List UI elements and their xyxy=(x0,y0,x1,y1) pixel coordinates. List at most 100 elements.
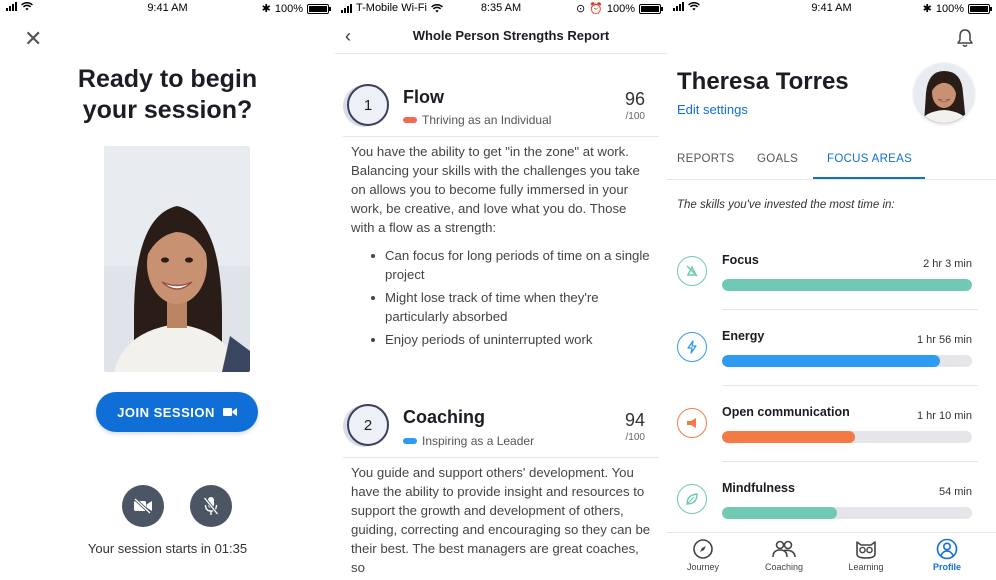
focus-area-time: 2 hr 3 min xyxy=(923,258,972,270)
bluetooth-icon: ✱ xyxy=(922,3,932,15)
video-camera-icon xyxy=(222,408,237,416)
join-session-label: JOIN SESSION xyxy=(117,404,215,420)
strength-category: Thriving as an Individual xyxy=(403,113,551,127)
divider xyxy=(343,457,659,458)
strength-rank-badge: 1 xyxy=(347,84,389,126)
profile-screen: 9:41 AM ✱ 100% Theresa Torres Edit settin… xyxy=(667,0,996,580)
owl-icon xyxy=(856,541,876,559)
tab-profile-label: Profile xyxy=(932,562,961,572)
back-chevron-icon[interactable]: ‹ xyxy=(345,26,351,47)
list-item: Might lose track of time when they're pa… xyxy=(367,288,653,326)
divider xyxy=(343,136,659,137)
session-lobby-screen: 9:41 AM ✱ 100% ✕ Ready to begin your sess… xyxy=(0,0,335,580)
people-icon xyxy=(772,540,796,558)
tab-learning-label: Learning xyxy=(848,562,884,572)
edit-settings-link[interactable]: Edit settings xyxy=(677,102,748,117)
tab-goals[interactable]: GOALS xyxy=(757,153,798,165)
self-video-preview xyxy=(104,146,250,372)
focus-area-time: 54 min xyxy=(938,486,972,498)
tab-journey[interactable]: Journey xyxy=(673,538,733,572)
category-pill xyxy=(403,117,417,123)
mic-toggle-button[interactable] xyxy=(190,485,232,527)
focus-area-row[interactable]: Focus 2 hr 3 min xyxy=(667,240,996,316)
battery-icon xyxy=(307,3,331,14)
battery-percent: 100% xyxy=(935,2,964,15)
leaf-icon xyxy=(677,484,707,514)
strength-name: Flow xyxy=(403,87,444,107)
tab-journey-label: Journey xyxy=(686,562,720,572)
title-line-2: your session? xyxy=(82,96,253,124)
focus-area-progress xyxy=(722,279,972,291)
tab-coaching-label: Coaching xyxy=(764,562,804,572)
strength-rank-badge: 2 xyxy=(347,404,389,446)
profile-icon xyxy=(936,538,958,560)
bluetooth-icon: ✱ xyxy=(261,3,271,15)
progress-fill xyxy=(722,507,837,519)
tab-profile[interactable]: Profile xyxy=(917,538,977,572)
strengths-report-screen: T-Mobile Wi-Fi 8:35 AM ⊙ ⏰ 100% ‹ Whole Pe… xyxy=(335,0,667,580)
divider xyxy=(722,309,978,310)
focus-area-row[interactable]: Open communication 1 hr 10 min xyxy=(667,392,996,468)
strength-category-label: Inspiring as a Leader xyxy=(422,434,535,448)
tab-learning[interactable]: Learning xyxy=(836,538,896,572)
strength-description: You have the ability to get "in the zone… xyxy=(351,144,640,235)
battery-percent: 100% xyxy=(274,2,303,15)
mic-off-icon xyxy=(203,497,219,515)
focus-area-progress xyxy=(722,355,972,367)
strength-score-max: /100 xyxy=(625,111,645,122)
focus-area-time: 1 hr 10 min xyxy=(916,410,972,422)
join-session-button[interactable]: JOIN SESSION xyxy=(96,392,258,432)
profile-name: Theresa Torres xyxy=(677,68,849,95)
header-divider xyxy=(335,53,667,54)
focus-area-name: Energy xyxy=(722,329,765,343)
strength-category-label: Thriving as an Individual xyxy=(422,113,552,127)
strength-score: 94 xyxy=(624,410,645,430)
bottom-tab-bar: Journey Coaching Learning Profile xyxy=(667,532,996,580)
tab-coaching[interactable]: Coaching xyxy=(754,538,814,572)
battery-icon xyxy=(968,3,992,14)
focus-areas-intro: The skills you've invested the most time… xyxy=(677,199,895,211)
lightning-icon xyxy=(677,332,707,362)
progress-fill xyxy=(722,431,855,443)
strength-description: You guide and support others' developmen… xyxy=(351,465,651,575)
close-icon[interactable]: ✕ xyxy=(24,26,42,52)
progress-fill xyxy=(722,279,972,291)
focus-area-name: Focus xyxy=(722,253,759,267)
divider xyxy=(722,461,978,462)
session-countdown: Your session starts in 01:35 xyxy=(87,541,248,556)
video-off-icon xyxy=(133,498,152,514)
status-bar: 9:41 AM ✱ 100% xyxy=(0,0,335,16)
title-line-1: Ready to begin xyxy=(77,65,258,93)
status-bar: 9:41 AM ✱ 100% xyxy=(667,0,996,16)
profile-tabs: REPORTS GOALS FOCUS AREAS xyxy=(667,150,996,180)
strength-category: Inspiring as a Leader xyxy=(403,434,534,448)
strength-name: Coaching xyxy=(403,407,486,427)
avatar[interactable] xyxy=(914,63,974,123)
strength-traits-list: Can focus for long periods of time on a … xyxy=(367,246,653,353)
list-item: Enjoy periods of uninterrupted work xyxy=(367,330,653,349)
tab-focus-areas[interactable]: FOCUS AREAS xyxy=(827,153,912,165)
focus-area-name: Mindfulness xyxy=(722,481,795,495)
progress-fill xyxy=(722,355,940,367)
list-item: Can focus for long periods of time on a … xyxy=(367,246,653,284)
camera-toggle-button[interactable] xyxy=(122,485,164,527)
focus-off-icon xyxy=(677,256,707,286)
battery-icon xyxy=(639,3,663,14)
focus-area-row[interactable]: Energy 1 hr 56 min xyxy=(667,316,996,392)
megaphone-icon xyxy=(677,408,707,438)
alarm-icon: ⏰ xyxy=(589,3,603,15)
focus-area-progress xyxy=(722,431,972,443)
category-pill xyxy=(403,438,417,444)
strength-score-max: /100 xyxy=(625,432,645,443)
report-header-title: Whole Person Strengths Report xyxy=(412,28,610,43)
tabs-divider xyxy=(667,179,996,180)
bell-icon[interactable] xyxy=(956,28,974,53)
focus-area-time: 1 hr 56 min xyxy=(916,334,972,346)
lock-rotation-icon: ⊙ xyxy=(575,3,586,15)
strength-score: 96 xyxy=(624,89,645,109)
tab-reports[interactable]: REPORTS xyxy=(677,153,734,165)
page-title: Ready to begin your session? xyxy=(30,64,305,126)
status-bar: T-Mobile Wi-Fi 8:35 AM ⊙ ⏰ 100% xyxy=(335,0,667,16)
divider xyxy=(722,385,978,386)
focus-area-name: Open communication xyxy=(722,405,850,419)
